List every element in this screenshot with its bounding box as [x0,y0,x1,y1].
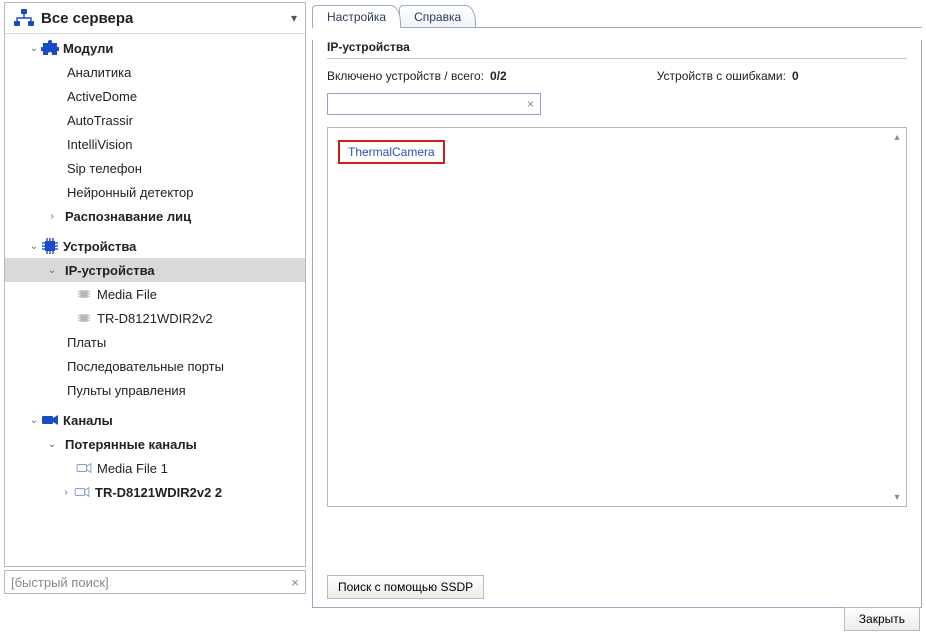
chevron-down-icon: ⌄ [45,439,59,450]
tree-label: Распознавание лиц [65,209,191,224]
ssdp-search-button[interactable]: Поиск с помощью SSDP [327,575,484,599]
tree-item[interactable]: Sip телефон [5,156,305,180]
enabled-devices-label: Включено устройств / всего: [327,69,484,83]
tree-label: Модули [63,41,113,56]
stats-row: Включено устройств / всего: 0/2 Устройст… [327,69,907,83]
chevron-down-icon: ⌄ [27,415,41,426]
close-button[interactable]: Закрыть [844,607,920,631]
camera-icon [75,462,93,474]
tab-body: IP-устройства Включено устройств / всего… [312,40,922,608]
chevron-right-icon: › [45,211,59,222]
puzzle-icon [41,40,59,56]
device-item-thermalcamera[interactable]: ThermalCamera [338,140,445,164]
tree-item[interactable]: Аналитика [5,60,305,84]
tree-label: Устройства [63,239,136,254]
scroll-down-icon[interactable]: ▾ [890,490,904,504]
clear-icon[interactable]: × [525,97,536,111]
tree-item[interactable]: Пульты управления [5,378,305,402]
tab-settings[interactable]: Настройка [312,5,401,28]
tree-item[interactable]: Последовательные порты [5,354,305,378]
camera-icon [73,486,91,498]
right-panel: Настройка Справка IP-устройства Включено… [312,2,922,596]
tree-item[interactable]: › TR-D8121WDIR2v2 2 [5,480,305,504]
quick-search[interactable]: × [4,570,306,594]
tree-item[interactable]: ActiveDome [5,84,305,108]
device-filter-input[interactable] [332,96,525,112]
quick-search-input[interactable] [9,574,289,591]
enabled-devices-value: 0/2 [490,69,507,83]
tree-item[interactable]: Платы [5,330,305,354]
clear-icon[interactable]: × [289,575,301,590]
device-list[interactable]: ThermalCamera ▴ ▾ [327,127,907,507]
tree-node-lost-channels[interactable]: ⌄ Потерянные каналы [5,432,305,456]
tree-item[interactable]: Нейронный детектор [5,180,305,204]
section-title: IP-устройства [327,40,907,54]
device-filter[interactable]: × [327,93,541,115]
tree-item[interactable]: IntelliVision [5,132,305,156]
tree-item[interactable]: TR-D8121WDIR2v2 [5,306,305,330]
server-selector-label: Все сервера [41,10,133,27]
chip-icon [41,238,59,254]
tree-label: Потерянные каналы [65,437,197,452]
chip-icon [75,312,93,324]
nav-tree[interactable]: ⌄ Модули Аналитика ActiveDome AutoTrassi… [5,34,305,563]
tree-label: IP-устройства [65,263,155,278]
tree-node-face-recognition[interactable]: › Распознавание лиц [5,204,305,228]
left-panel: Все сервера ▾ ⌄ Модули Аналитика ActiveD… [4,2,306,567]
tree-node-modules[interactable]: ⌄ Модули [5,36,305,60]
scroll-up-icon[interactable]: ▴ [890,130,904,144]
errors-label: Устройств с ошибками: [657,69,786,83]
chip-icon [75,288,93,300]
tree-node-ip-devices[interactable]: ⌄ IP-устройства [5,258,305,282]
chevron-down-icon: ⌄ [45,265,59,276]
camera-icon [41,413,59,427]
divider [327,58,907,59]
chevron-down-icon: ⌄ [27,43,41,54]
tree-item[interactable]: Media File 1 [5,456,305,480]
network-icon [13,9,35,27]
tree-label: Каналы [63,413,113,428]
tree-node-devices[interactable]: ⌄ Устройства [5,234,305,258]
tree-item[interactable]: AutoTrassir [5,108,305,132]
chevron-right-icon: › [59,487,73,498]
tab-strip: Настройка Справка [312,2,922,28]
tree-node-channels[interactable]: ⌄ Каналы [5,408,305,432]
errors-value: 0 [792,69,799,83]
server-selector[interactable]: Все сервера ▾ [5,3,305,34]
chevron-down-icon: ▾ [291,11,297,25]
tab-help[interactable]: Справка [399,5,476,28]
scrollbar[interactable]: ▴ ▾ [890,130,904,504]
chevron-down-icon: ⌄ [27,241,41,252]
tree-item[interactable]: Media File [5,282,305,306]
